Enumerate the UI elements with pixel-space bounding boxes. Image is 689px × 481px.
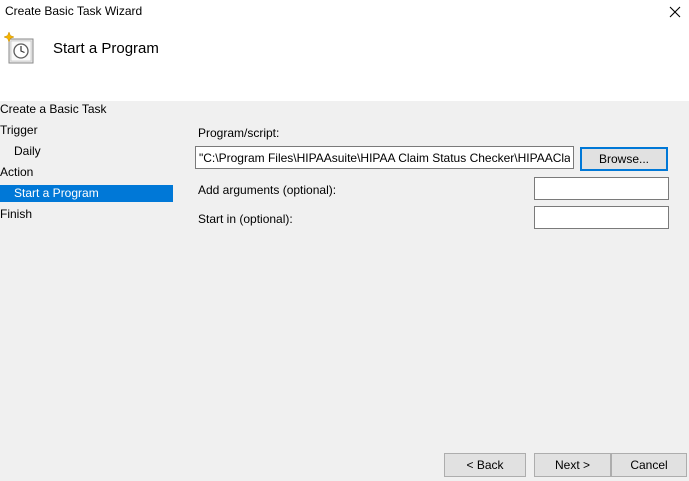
arguments-input[interactable] xyxy=(534,177,669,200)
browse-button[interactable]: Browse... xyxy=(580,147,668,171)
step-action[interactable]: Action xyxy=(0,164,173,181)
program-script-label: Program/script: xyxy=(198,126,280,140)
cancel-button[interactable]: Cancel xyxy=(611,453,687,477)
close-button[interactable] xyxy=(660,0,689,24)
start-in-input[interactable] xyxy=(534,206,669,229)
step-start-a-program[interactable]: Start a Program xyxy=(0,185,173,202)
program-script-input[interactable] xyxy=(195,146,574,169)
task-scheduler-icon xyxy=(3,31,34,64)
arguments-label: Add arguments (optional): xyxy=(198,183,337,197)
step-finish[interactable]: Finish xyxy=(0,206,173,223)
step-daily[interactable]: Daily xyxy=(0,143,173,160)
page-title: Start a Program xyxy=(53,40,159,57)
step-create-basic-task[interactable]: Create a Basic Task xyxy=(0,101,173,118)
wizard-header: Create Basic Task Wizard Start a Program xyxy=(0,0,689,101)
next-button[interactable]: Next > xyxy=(534,453,611,477)
close-icon xyxy=(669,6,680,18)
step-trigger[interactable]: Trigger xyxy=(0,122,173,139)
start-in-label: Start in (optional): xyxy=(198,212,293,226)
back-button[interactable]: < Back xyxy=(444,453,526,477)
window-title: Create Basic Task Wizard xyxy=(5,4,143,18)
